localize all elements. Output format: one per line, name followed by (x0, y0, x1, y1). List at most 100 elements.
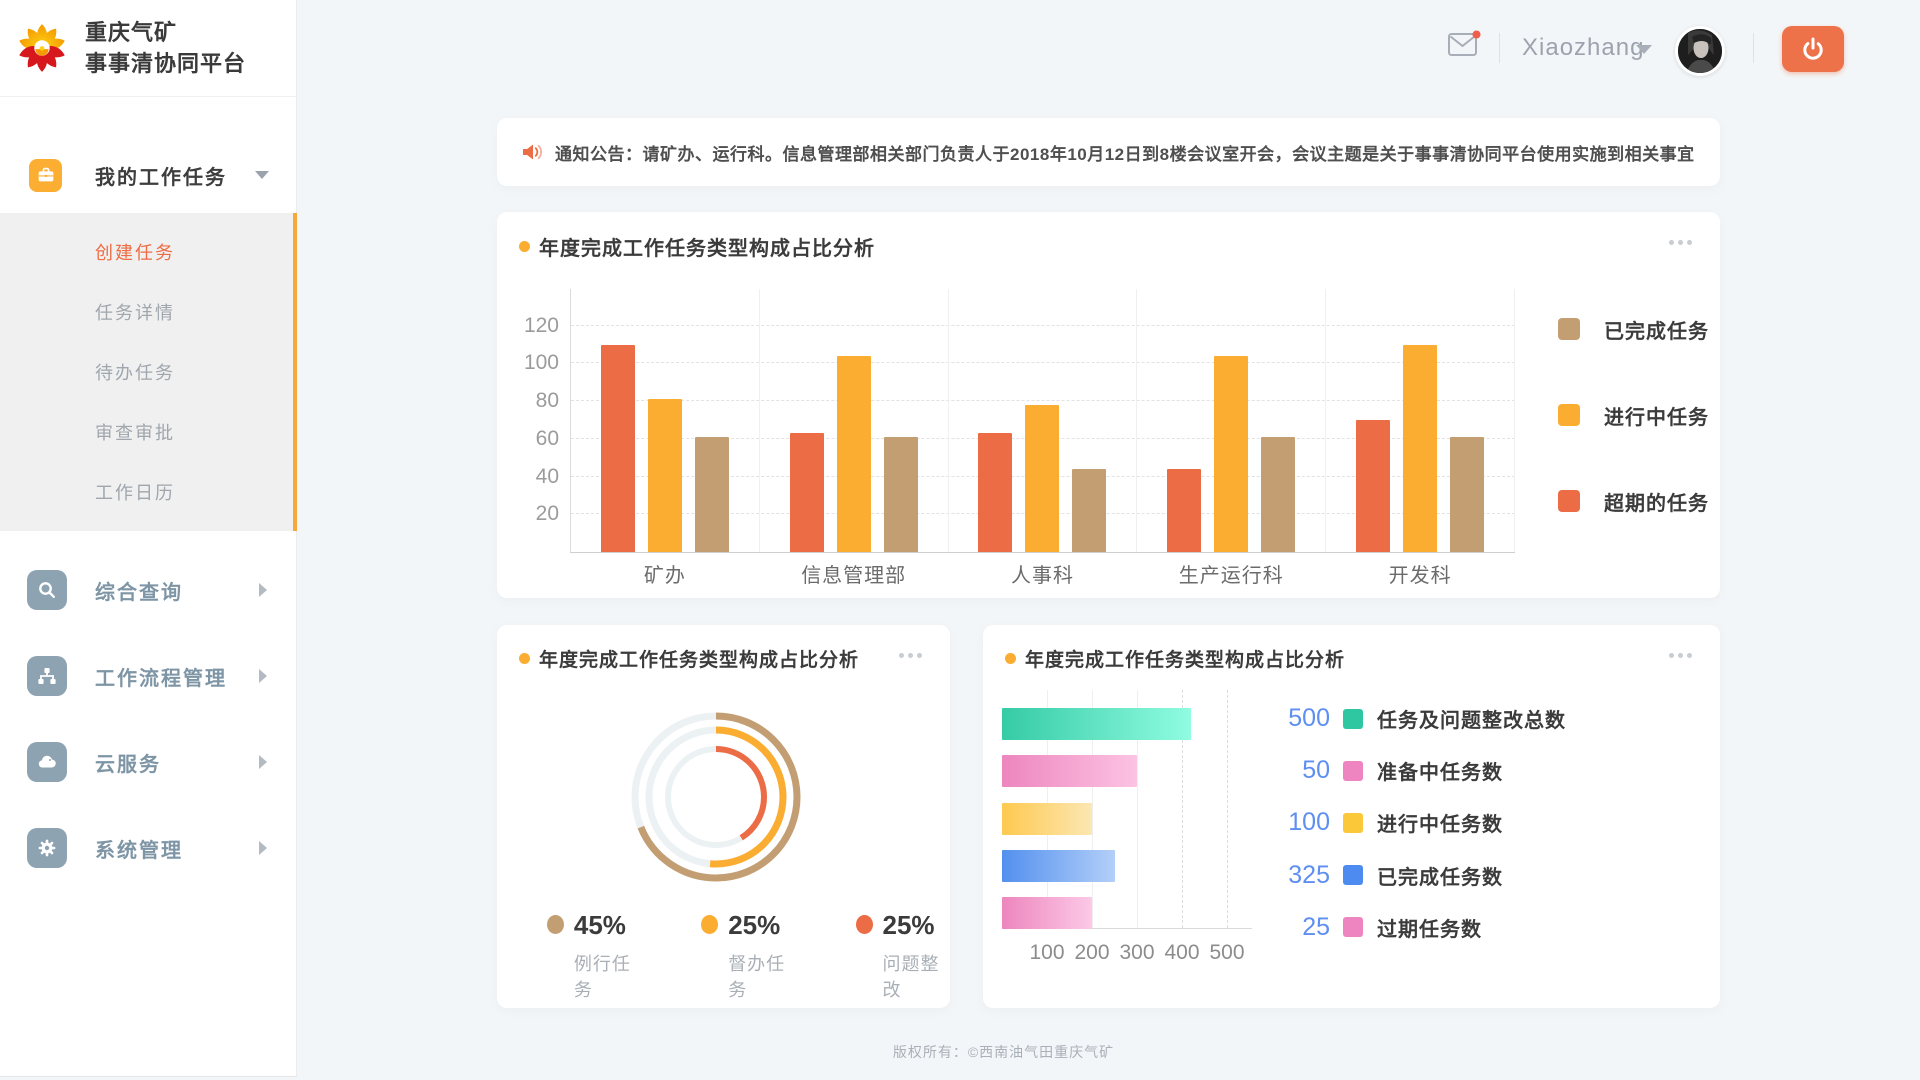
x-axis-label: 生产运行科 (1137, 559, 1325, 588)
brand-line1: 重庆气矿 (85, 17, 246, 48)
sidebar-item-cloud-services[interactable]: 云服务 (0, 734, 297, 790)
bar (1002, 755, 1137, 787)
donut-legend: 45% 例行任务 25% 督办任务 25% 问题整改 (547, 910, 950, 1002)
sidebar-groups: 综合查询 工作流程管理 (0, 562, 297, 906)
sidebar-item-task-detail[interactable]: 任务详情 (0, 282, 293, 342)
donut-legend-item: 25% 督办任务 (701, 910, 795, 1002)
legend-item[interactable]: 500任务及问题整改总数 (1270, 704, 1566, 733)
bar-group: 信息管理部 (760, 289, 949, 552)
speaker-icon (521, 141, 545, 163)
x-axis-label: 矿办 (571, 559, 759, 588)
donut-legend-label: 例行任务 (574, 950, 641, 1002)
legend-item[interactable]: 50准备中任务数 (1270, 756, 1503, 785)
title-dot-icon (519, 241, 530, 252)
horizontal-bar-plot: 100200300400500 (1002, 700, 1252, 929)
notice-text: 通知公告：请矿办、运行科。信息管理部相关部门负责人于2018年10月12日到8楼… (555, 140, 1695, 165)
sidebar-item-system-management[interactable]: 系统管理 (0, 820, 297, 876)
bar (1025, 405, 1059, 552)
legend-value: 325 (1270, 861, 1330, 890)
card-header: 年度完成工作任务类型构成占比分析 (1005, 645, 1345, 672)
bar (601, 345, 635, 552)
legend-label: 准备中任务数 (1377, 756, 1503, 785)
chevron-right-icon (259, 841, 267, 855)
bar (1002, 708, 1191, 740)
card-menu-button[interactable] (1669, 240, 1692, 245)
legend-label: 进行中任务数 (1377, 808, 1503, 837)
legend-label: 已完成任务 (1604, 315, 1709, 344)
legend-swatch (1343, 709, 1363, 729)
mail-button[interactable] (1447, 30, 1481, 62)
sidebar-item-create-task[interactable]: 创建任务 (0, 222, 293, 282)
legend-item[interactable]: 325已完成任务数 (1270, 861, 1503, 890)
legend-swatch (1343, 865, 1363, 885)
legend-item[interactable]: 25 过期任务数 (1270, 913, 1482, 942)
legend-swatch (1343, 813, 1363, 833)
search-icon (27, 570, 67, 610)
bar (1261, 437, 1295, 552)
bar (1072, 469, 1106, 552)
username-dropdown[interactable]: Xiaozhang (1522, 34, 1644, 62)
sidebar: 重庆气矿 事事清协同平台 我的工作任务 创建任务 任务详情 待办任务 审查审批 … (0, 0, 297, 1077)
bar-group: 人事科 (949, 289, 1138, 552)
donut-legend-item: 45% 例行任务 (547, 910, 641, 1002)
sidebar-item-todo-tasks[interactable]: 待办任务 (0, 342, 293, 402)
card-menu-button[interactable] (1669, 653, 1692, 658)
bar (648, 399, 682, 552)
bar (1167, 469, 1201, 552)
legend-item[interactable]: 超期的任务 (1558, 489, 1709, 513)
y-axis-tick: 100 (511, 351, 559, 375)
legend-label: 过期任务数 (1377, 913, 1482, 942)
sidebar-item-review-approve[interactable]: 审查审批 (0, 402, 293, 462)
legend-label: 超期的任务 (1604, 487, 1709, 516)
task-type-donut-card: 年度完成工作任务类型构成占比分析 45% 例行任务 25% 督办任务 (497, 625, 950, 1008)
bar (837, 356, 871, 552)
donut-legend-label: 督办任务 (728, 950, 795, 1002)
brand-line2: 事事清协同平台 (85, 48, 246, 79)
bar (1002, 850, 1115, 882)
sidebar-item-work-calendar[interactable]: 工作日历 (0, 462, 293, 522)
donut-legend-dot (856, 915, 873, 934)
sidebar-item-label: 工作流程管理 (95, 662, 227, 691)
x-axis-label: 信息管理部 (760, 559, 948, 588)
legend-swatch (1558, 318, 1580, 340)
donut-legend-percent: 25% (728, 910, 795, 941)
bar-chart-legend: 已完成任务进行中任务超期的任务 (1558, 317, 1709, 575)
chevron-down-icon[interactable] (1636, 45, 1652, 54)
gear-icon (27, 828, 67, 868)
chevron-down-icon (255, 171, 269, 179)
x-axis-label: 人事科 (949, 559, 1137, 588)
sidebar-item-label: 系统管理 (95, 834, 183, 863)
bar (1002, 897, 1092, 929)
x-axis-label: 开发科 (1326, 559, 1514, 588)
briefcase-icon (29, 159, 62, 192)
bar (695, 437, 729, 552)
donut-chart (626, 707, 806, 887)
sidebar-item-label: 云服务 (95, 748, 161, 777)
sidebar-item-workflow-management[interactable]: 工作流程管理 (0, 648, 297, 704)
card-menu-button[interactable] (899, 653, 922, 658)
sidebar-item-label: 综合查询 (95, 576, 183, 605)
card-header: 年度完成工作任务类型构成占比分析 (519, 645, 859, 672)
card-title: 年度完成工作任务类型构成占比分析 (539, 232, 875, 261)
card-title: 年度完成工作任务类型构成占比分析 (1025, 645, 1345, 672)
sidebar-item-comprehensive-query[interactable]: 综合查询 (0, 562, 297, 618)
legend-value: 25 (1270, 913, 1330, 942)
sidebar-item-my-tasks[interactable]: 我的工作任务 (0, 147, 297, 203)
legend-item[interactable]: 100进行中任务数 (1270, 808, 1503, 837)
legend-swatch (1343, 761, 1363, 781)
legend-item[interactable]: 进行中任务 (1558, 403, 1709, 427)
card-header: 年度完成工作任务类型构成占比分析 (519, 232, 875, 261)
logout-power-button[interactable] (1782, 26, 1844, 72)
bar (978, 433, 1012, 552)
task-counts-hbar-card: 年度完成工作任务类型构成占比分析 100200300400500 500任务及问… (983, 625, 1720, 1008)
bar (1214, 356, 1248, 552)
donut-legend-percent: 45% (574, 910, 641, 941)
donut-legend-percent: 25% (883, 910, 950, 941)
copyright-footer: 版权所有：©西南油气田重庆气矿 (497, 1042, 1510, 1062)
title-dot-icon (1005, 653, 1016, 664)
legend-item[interactable]: 已完成任务 (1558, 317, 1709, 341)
vertical-bar-plot: 20406080100120矿办信息管理部人事科生产运行科开发科 (570, 289, 1515, 553)
avatar[interactable] (1675, 26, 1725, 76)
legend-swatch (1558, 404, 1580, 426)
cloud-icon (27, 742, 67, 782)
